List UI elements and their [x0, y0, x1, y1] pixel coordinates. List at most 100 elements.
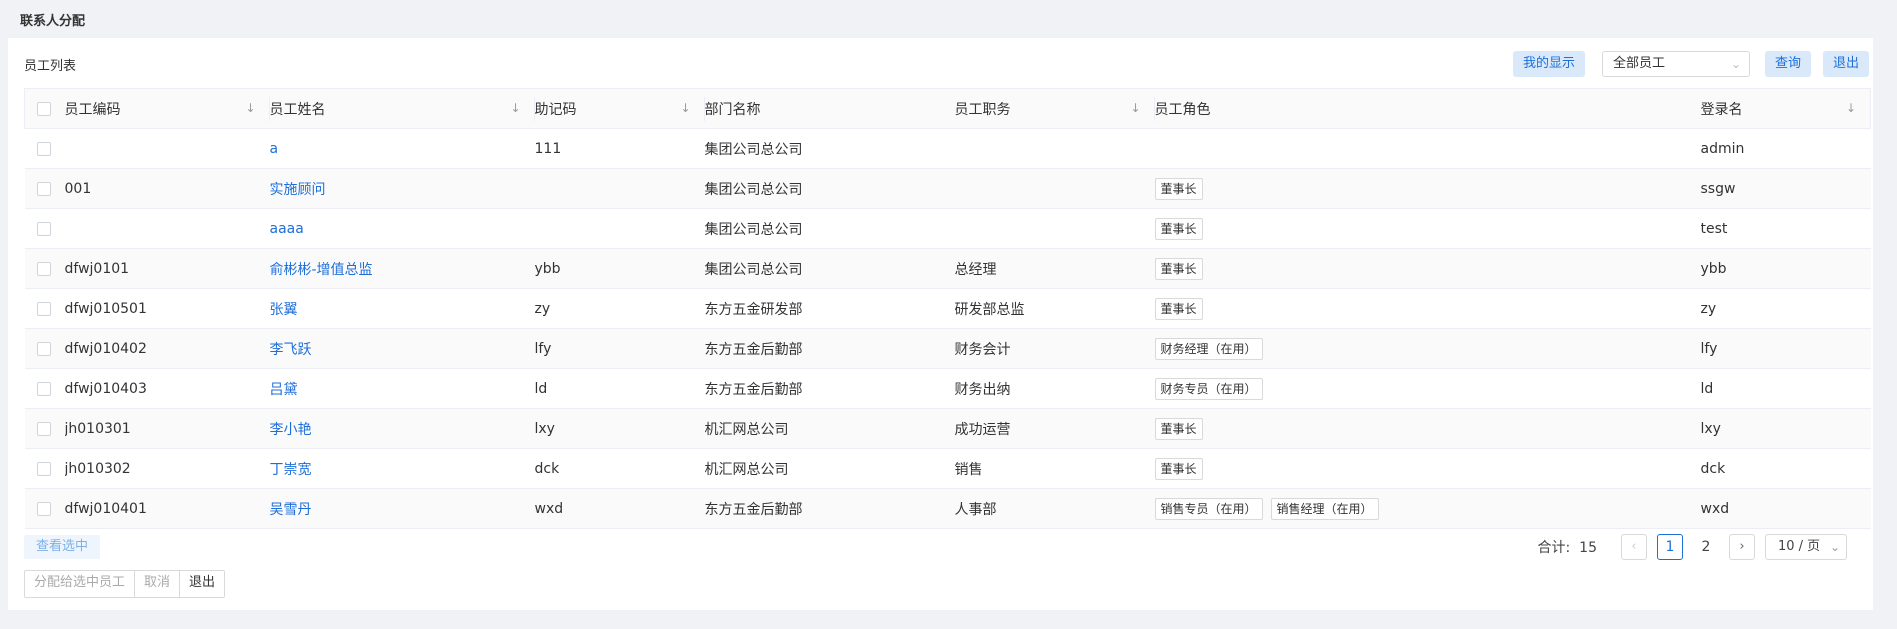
cell-position: 财务会计	[954, 341, 1011, 358]
sort-icon[interactable]: ↓	[245, 101, 255, 115]
cell-login: ssgw	[1700, 180, 1736, 197]
row-checkbox[interactable]	[36, 421, 51, 436]
row-checkbox[interactable]	[36, 501, 51, 516]
role-tag: 销售专员（在用）	[1154, 497, 1263, 520]
page-number-1[interactable]: 1	[1657, 534, 1683, 560]
select-all-checkbox[interactable]	[37, 101, 51, 116]
table-row[interactable]: dfwj010402 李飞跃 lfy 东方五金后勤部 财务会计 财务经理（在用） lfy	[24, 328, 1871, 369]
table-row[interactable]: dfwj010403 吕黛 ld 东方五金后勤部 财务出纳 财务专员（在用） ld	[24, 369, 1871, 409]
employee-list-title: 员工列表	[24, 59, 77, 74]
cancel-button[interactable]: 取消	[135, 571, 181, 597]
row-checkbox-cell	[25, 329, 65, 369]
cell-position: 销售	[954, 461, 983, 478]
row-checkbox[interactable]	[36, 381, 51, 396]
cell-name[interactable]: 实施顾问	[270, 169, 535, 209]
row-checkbox[interactable]	[36, 261, 51, 276]
sort-icon[interactable]: ↓	[1846, 101, 1856, 115]
assign-action-group: 分配给选中员工 取消 退出	[24, 570, 226, 598]
row-checkbox[interactable]	[36, 301, 51, 316]
cell-login: ybb	[1700, 260, 1727, 277]
table-row[interactable]: dfwj010501 张翼 zy 东方五金研发部 研发部总监 董事长 zy	[24, 289, 1871, 329]
cell-login: wxd	[1700, 500, 1730, 517]
sort-icon[interactable]: ↓	[680, 101, 690, 115]
cell-login: ld	[1700, 380, 1714, 397]
cell-name[interactable]: 吕黛	[270, 369, 535, 409]
row-checkbox[interactable]	[36, 141, 51, 156]
role-tag: 财务经理（在用）	[1154, 337, 1263, 360]
cell-name[interactable]: aaaa	[270, 209, 535, 249]
cell-login: admin	[1700, 140, 1745, 157]
cell-name[interactable]: 张翼	[270, 289, 535, 329]
table-row[interactable]: dfwj0101 俞彬彬-增值总监 ybb 集团公司总公司 总经理 董事长 ybb	[24, 248, 1871, 289]
row-checkbox-cell	[25, 129, 65, 169]
chevron-down-icon: ⌄	[1730, 57, 1741, 71]
col-header-login[interactable]: 登录名 ↓	[1701, 89, 1871, 129]
cell-code: dfwj010501	[64, 300, 147, 317]
cell-mnemonic: ld	[534, 380, 548, 397]
cell-name[interactable]: a	[270, 129, 535, 169]
col-header-name[interactable]: 员工姓名 ↓	[270, 89, 535, 129]
cell-login: test	[1700, 220, 1728, 237]
cell-dept: 集团公司总公司	[704, 141, 803, 158]
col-header-role: 员工角色	[1154, 101, 1211, 118]
sort-icon[interactable]: ↓	[1130, 101, 1140, 115]
cell-mnemonic: 111	[534, 140, 562, 157]
view-selected-button[interactable]: 查看选中	[24, 535, 100, 559]
col-header-position[interactable]: 员工职务 ↓	[955, 89, 1155, 129]
role-tag: 董事长	[1154, 297, 1203, 320]
cell-position: 财务出纳	[954, 381, 1011, 398]
cell-name[interactable]: 丁崇宽	[270, 449, 535, 489]
table-row[interactable]: jh010302 丁崇宽 dck 机汇网总公司 销售 董事长 dck	[24, 449, 1871, 489]
cell-role: 董事长	[1154, 289, 1701, 329]
table-row[interactable]: dfwj010401 吴雪丹 wxd 东方五金后勤部 人事部 销售专员（在用） 销售经理（在…	[24, 488, 1871, 529]
cell-dept: 东方五金后勤部	[704, 381, 803, 398]
employee-filter-value: 全部员工	[1613, 56, 1666, 71]
cell-mnemonic: zy	[534, 300, 551, 317]
cell-code: dfwj010402	[64, 340, 147, 357]
role-tag: 财务专员（在用）	[1154, 377, 1263, 400]
cell-dept: 机汇网总公司	[704, 461, 789, 478]
page-number-2[interactable]: 2	[1693, 534, 1719, 560]
assign-to-selected-button[interactable]: 分配给选中员工	[25, 571, 136, 597]
page-size-select[interactable]: 10 / 页 ⌄	[1765, 534, 1847, 560]
cell-name[interactable]: 李飞跃	[270, 329, 535, 369]
table-row[interactable]: aaaa 集团公司总公司 董事长 test	[24, 209, 1871, 249]
exit-bottom-button[interactable]: 退出	[180, 571, 224, 597]
page-title: 联系人分配	[20, 14, 86, 29]
total-count: 合计: 15	[1537, 540, 1597, 556]
employee-table: 员工编码 ↓ 员工姓名 ↓ 助记码 ↓ 部门名称 员工职务 ↓ 员工角色 登录名 ↓ a1…	[24, 88, 1871, 529]
cell-position: 总经理	[954, 261, 997, 278]
table-row[interactable]: jh010301 李小艳 lxy 机汇网总公司 成功运营 董事长 lxy	[24, 408, 1871, 449]
cell-name[interactable]: 俞彬彬-增值总监	[270, 249, 535, 289]
row-checkbox-cell	[25, 449, 65, 489]
cell-dept: 机汇网总公司	[704, 421, 789, 438]
cell-code: 001	[64, 180, 92, 197]
my-display-button[interactable]: 我的显示	[1513, 51, 1586, 77]
table-row[interactable]: a 111 集团公司总公司 admin	[24, 129, 1871, 169]
cell-position: 研发部总监	[954, 301, 1025, 318]
row-checkbox[interactable]	[36, 461, 51, 476]
cell-name[interactable]: 李小艳	[270, 409, 535, 449]
table-row[interactable]: 001 实施顾问 集团公司总公司 董事长 ssgw	[24, 168, 1871, 209]
role-tag: 董事长	[1154, 417, 1203, 440]
row-checkbox[interactable]	[36, 341, 51, 356]
row-checkbox-cell	[25, 249, 65, 289]
query-button[interactable]: 查询	[1765, 51, 1812, 77]
cell-position	[955, 209, 1155, 249]
cell-dept: 东方五金后勤部	[704, 501, 803, 518]
cell-name[interactable]: 吴雪丹	[270, 489, 535, 529]
sort-icon[interactable]: ↓	[510, 101, 520, 115]
row-checkbox[interactable]	[36, 181, 51, 196]
exit-top-button[interactable]: 退出	[1823, 51, 1870, 77]
chevron-down-icon: ⌄	[1829, 540, 1840, 554]
row-checkbox[interactable]	[36, 221, 51, 236]
role-tag: 销售经理（在用）	[1270, 497, 1379, 520]
employee-filter-select[interactable]: 全部员工 ⌄	[1602, 51, 1750, 77]
chevron-right-icon[interactable]: ›	[1729, 534, 1755, 560]
cell-role: 董事长	[1154, 169, 1701, 209]
row-checkbox-cell	[25, 289, 65, 329]
col-header-mnemonic[interactable]: 助记码 ↓	[535, 89, 705, 129]
cell-mnemonic: ybb	[534, 260, 561, 277]
col-header-code[interactable]: 员工编码 ↓	[65, 89, 270, 129]
chevron-left-icon[interactable]: ‹	[1621, 534, 1647, 560]
